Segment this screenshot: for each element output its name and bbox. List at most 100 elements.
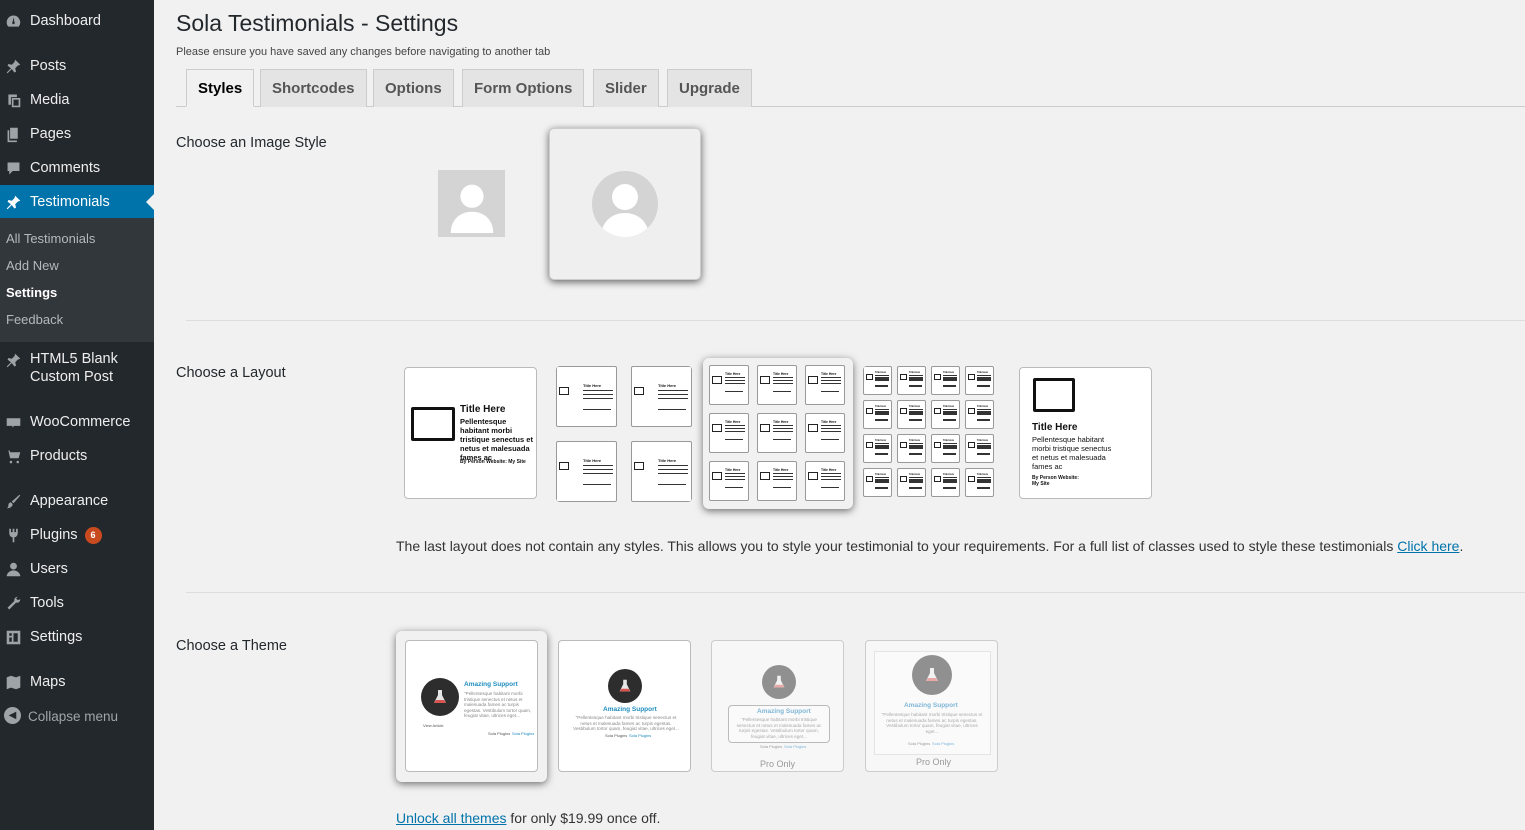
menu-dashboard-label: Dashboard [30, 13, 101, 29]
submenu-add-new[interactable]: Add New [6, 258, 59, 273]
admin-sidebar: Dashboard Posts Media Pages Comments Tes… [0, 0, 154, 830]
menu-comments-label: Comments [30, 160, 101, 176]
map-icon [4, 673, 22, 691]
layout-preview-title: Title Here [976, 473, 989, 477]
menu-testimonials[interactable]: Testimonials [0, 185, 154, 219]
theme-site: Sola Plugins [512, 731, 535, 736]
theme-option-2[interactable]: Amazing Support "Pellentesque habitant m… [558, 640, 691, 772]
theme-option-4-pro[interactable]: Amazing Support "Pellentesque habitant m… [865, 640, 998, 772]
layout-preview-title: Title Here [460, 404, 506, 415]
pin-icon [4, 57, 22, 75]
menu-posts-label: Posts [30, 58, 67, 74]
menu-woocommerce[interactable]: WooCommerce [0, 405, 154, 439]
tab-shortcodes[interactable]: Shortcodes [260, 69, 367, 107]
layout-preview-title: Title Here [725, 372, 741, 376]
theme-author: Sola Plugins [488, 731, 511, 736]
pro-only-label: Pro Only [916, 757, 952, 767]
menu-users[interactable]: Users [0, 552, 154, 586]
layout-option-3col[interactable]: Title Here Title Here Title Here Title Here… [703, 358, 853, 509]
tab-options[interactable]: Options [373, 69, 454, 107]
tab-upgrade[interactable]: Upgrade [667, 69, 752, 107]
menu-media[interactable]: Media [0, 83, 154, 117]
theme-site: Sola Plugins [932, 741, 955, 746]
theme-title: Amazing Support [464, 681, 518, 688]
layout-preview-title: Title Here [1032, 422, 1078, 433]
menu-html5-blank[interactable]: HTML5 Blank Custom Post [0, 346, 154, 390]
collapse-menu-label: Collapse menu [28, 708, 119, 724]
layout-mini-card: Title Here [863, 366, 892, 395]
layout-mini-card: Title Here [709, 365, 749, 405]
menu-tools-label: Tools [30, 595, 64, 611]
layout-mini-card: Title Here [805, 461, 845, 501]
layout-mini-card: Title Here [805, 413, 845, 453]
layout-option-4col[interactable]: Title Here Title Here Title Here Title Here… [863, 366, 1001, 502]
user-icon [4, 560, 22, 578]
layout-mini-card: Title Here [897, 400, 926, 429]
brush-icon [4, 492, 22, 510]
menu-posts[interactable]: Posts [0, 49, 154, 83]
menu-plugins-label: Plugins [30, 527, 78, 543]
layout-preview-title: Title Here [821, 420, 837, 424]
unlock-themes-link[interactable]: Unlock all themes [396, 810, 507, 826]
layout-preview-title: Title Here [976, 405, 989, 409]
theme-label: Choose a Theme [176, 638, 287, 654]
theme-author: Sola Plugins [605, 733, 628, 738]
theme-title: Amazing Support [603, 706, 657, 713]
menu-users-label: Users [30, 561, 68, 577]
layout-preview-byline: By Person Website: My Site [1032, 475, 1079, 487]
menu-pages[interactable]: Pages [0, 117, 154, 151]
menu-testimonials-label: Testimonials [30, 194, 110, 210]
layout-preview-title: Title Here [908, 473, 921, 477]
pages-icon [4, 125, 22, 143]
image-style-round-option[interactable] [549, 128, 701, 280]
theme-option-1-selected[interactable]: Amazing Support "Pellentesque habitant m… [396, 631, 547, 782]
menu-appearance[interactable]: Appearance [0, 484, 154, 518]
layout-preview-title: Title Here [874, 371, 887, 375]
layout-mini-card: Title Here [757, 461, 797, 501]
submenu-settings[interactable]: Settings [6, 285, 57, 300]
theme-option-3-pro[interactable]: Amazing Support "Pellentesque habitant m… [711, 640, 844, 772]
layout-option-2col[interactable]: Title Here Title Here Title Here Title H… [556, 366, 692, 502]
layout-mini-card: Title Here [965, 400, 994, 429]
menu-maps[interactable]: Maps [0, 665, 154, 699]
theme-site: Sola Plugins [784, 744, 807, 749]
layout-preview-title: Title Here [725, 468, 741, 472]
menu-comments[interactable]: Comments [0, 151, 154, 185]
submenu-feedback[interactable]: Feedback [6, 312, 63, 327]
collapse-menu-button[interactable]: ◀ Collapse menu [0, 704, 154, 728]
tab-styles[interactable]: Styles [186, 69, 255, 107]
image-icon [1033, 378, 1075, 412]
layout-preview-title: Title Here [908, 439, 921, 443]
layout-preview-title: Title Here [976, 371, 989, 375]
menu-tools[interactable]: Tools [0, 586, 154, 620]
layout-mini-card: Title Here [709, 461, 749, 501]
menu-products[interactable]: Products [0, 439, 154, 473]
layout-preview-title: Title Here [942, 371, 955, 375]
theme-site: Sola Plugins [629, 733, 652, 738]
layout-preview-title: Title Here [976, 439, 989, 443]
image-style-square-option[interactable] [438, 170, 505, 237]
menu-dashboard[interactable]: Dashboard [0, 4, 154, 38]
tab-slider[interactable]: Slider [593, 69, 659, 107]
layout-option-single[interactable]: Title Here Pellentesque habitant morbi t… [404, 367, 537, 499]
layout-mini-card: Title Here [931, 366, 960, 395]
classes-link[interactable]: Click here [1397, 538, 1459, 554]
layout-mini-card: Title Here [863, 434, 892, 463]
main-content: Sola Testimonials - Settings Please ensu… [154, 0, 1525, 830]
layout-preview-byline: By Person Website: My Site [460, 459, 526, 465]
menu-plugins[interactable]: Plugins 6 [0, 518, 154, 552]
woo-icon [4, 413, 22, 431]
layout-label: Choose a Layout [176, 365, 286, 381]
flask-icon [421, 678, 459, 716]
layout-mini-card: Title Here [863, 468, 892, 497]
layout-option-unstyled[interactable]: Title Here Pellentesque habitant morbi t… [1019, 367, 1152, 499]
submenu-all-testimonials[interactable]: All Testimonials [6, 231, 95, 246]
layout-preview-title: Title Here [942, 439, 955, 443]
collapse-arrow-icon: ◀ [4, 707, 21, 724]
menu-settings[interactable]: Settings [0, 620, 154, 654]
tab-form-options[interactable]: Form Options [462, 69, 585, 107]
layout-mini-card: Title Here [631, 366, 692, 427]
wrench-icon [4, 594, 22, 612]
layout-note-end: . [1459, 538, 1464, 554]
layout-mini-card: Title Here [931, 468, 960, 497]
